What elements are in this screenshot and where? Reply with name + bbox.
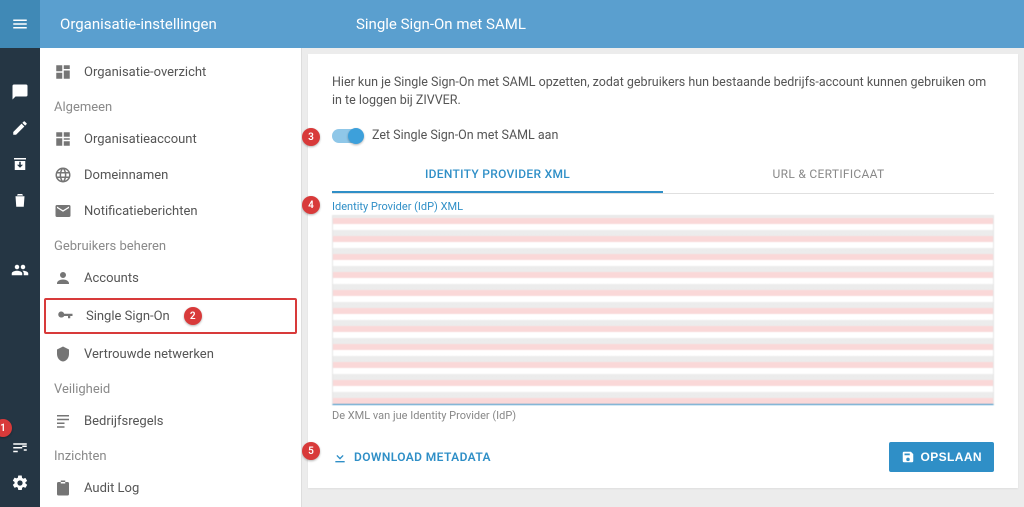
key-icon xyxy=(56,307,74,325)
trash-icon xyxy=(11,191,29,209)
sidebar-item-overview[interactable]: Organisatie-overzicht xyxy=(40,54,301,90)
rules-icon xyxy=(54,412,72,430)
compose-icon xyxy=(11,119,29,137)
sidebar-item-sso[interactable]: Single Sign-On 2 xyxy=(44,298,297,334)
header-right-title: Single Sign-On met SAML xyxy=(336,15,1008,33)
save-button[interactable]: OPSLAAN xyxy=(889,442,994,472)
sso-card: Hier kun je Single Sign-On met SAML opze… xyxy=(308,54,1018,488)
rail-chat[interactable] xyxy=(0,74,40,110)
toggle-label: Zet Single Sign-On met SAML aan xyxy=(372,128,558,143)
sidebar-item-label: Notificatieberichten xyxy=(84,204,198,219)
header-left-title: Organisatie-instellingen xyxy=(56,15,336,33)
rail-archive[interactable] xyxy=(0,146,40,182)
dashboard-icon xyxy=(54,63,72,81)
sidebar-item-networks[interactable]: Vertrouwde netwerken xyxy=(40,336,301,372)
sidebar-item-domains[interactable]: Domeinnamen xyxy=(40,157,301,193)
xml-field-label: Identity Provider (IdP) XML xyxy=(332,200,994,213)
rail-people[interactable] xyxy=(0,252,40,288)
tab-url-cert[interactable]: URL & CERTIFICAAT xyxy=(663,157,994,193)
sidebar-group-insights: Inzichten xyxy=(40,439,301,470)
badge-5: 5 xyxy=(302,442,320,460)
intro-text: Hier kun je Single Sign-On met SAML opze… xyxy=(332,74,994,110)
rail-trash[interactable] xyxy=(0,182,40,218)
sidebar-item-label: Vertrouwde netwerken xyxy=(84,347,214,362)
sidebar-item-label: Organisatie-overzicht xyxy=(84,65,206,80)
page-header: Organisatie-instellingen Single Sign-On … xyxy=(40,0,1024,48)
rail-compose[interactable] xyxy=(0,110,40,146)
tabs: IDENTITY PROVIDER XML URL & CERTIFICAAT xyxy=(332,157,994,194)
sidebar-item-rules[interactable]: Bedrijfsregels xyxy=(40,403,301,439)
tune-icon xyxy=(11,438,29,456)
badge-2: 2 xyxy=(184,307,202,325)
sidebar-item-label: Audit Log xyxy=(84,481,139,496)
download-metadata-link[interactable]: DOWNLOAD METADATA xyxy=(332,449,491,465)
sidebar-group-security: Veiligheid xyxy=(40,372,301,403)
icon-rail: 1 xyxy=(0,0,40,507)
org-icon xyxy=(54,130,72,148)
save-icon xyxy=(901,450,915,464)
content-area: Hier kun je Single Sign-On met SAML opze… xyxy=(302,48,1024,507)
sidebar-item-label: Organisatieaccount xyxy=(84,132,197,147)
save-label: OPSLAAN xyxy=(921,450,982,464)
badge-3: 3 xyxy=(302,128,320,146)
sidebar-group-general: Algemeen xyxy=(40,90,301,121)
sidebar-item-accounts[interactable]: Accounts xyxy=(40,260,301,296)
rail-tune[interactable]: 1 xyxy=(0,429,40,465)
clipboard-icon xyxy=(54,479,72,497)
sidebar-group-users: Gebruikers beheren xyxy=(40,229,301,260)
person-icon xyxy=(54,269,72,287)
download-label: DOWNLOAD METADATA xyxy=(354,450,491,464)
sso-toggle[interactable] xyxy=(332,129,362,143)
sidebar-item-label: Accounts xyxy=(84,271,139,286)
chat-icon xyxy=(11,83,29,101)
sidebar-item-label: Domeinnamen xyxy=(84,168,168,183)
download-icon xyxy=(332,449,348,465)
badge-1: 1 xyxy=(0,419,12,437)
people-icon xyxy=(11,261,29,279)
shield-icon xyxy=(54,345,72,363)
mail-icon xyxy=(54,202,72,220)
sidebar-item-notifications[interactable]: Notificatieberichten xyxy=(40,193,301,229)
sidebar-item-auditlog[interactable]: Audit Log xyxy=(40,470,301,506)
globe-icon xyxy=(54,166,72,184)
xml-hint: De XML van jue Identity Provider (IdP) xyxy=(332,409,994,422)
idp-xml-textarea[interactable] xyxy=(332,215,994,405)
sidebar-item-label: Single Sign-On xyxy=(86,309,170,324)
archive-icon xyxy=(11,155,29,173)
hamburger-button[interactable] xyxy=(0,0,40,48)
menu-icon xyxy=(11,15,29,33)
sidebar-item-orgaccount[interactable]: Organisatieaccount xyxy=(40,121,301,157)
tab-idp-xml[interactable]: IDENTITY PROVIDER XML xyxy=(332,157,663,193)
rail-settings[interactable] xyxy=(0,465,40,501)
badge-4: 4 xyxy=(302,196,320,214)
gear-icon xyxy=(11,474,29,492)
settings-sidebar: Organisatie-overzicht Algemeen Organisat… xyxy=(40,48,302,507)
sidebar-item-label: Bedrijfsregels xyxy=(84,414,163,429)
